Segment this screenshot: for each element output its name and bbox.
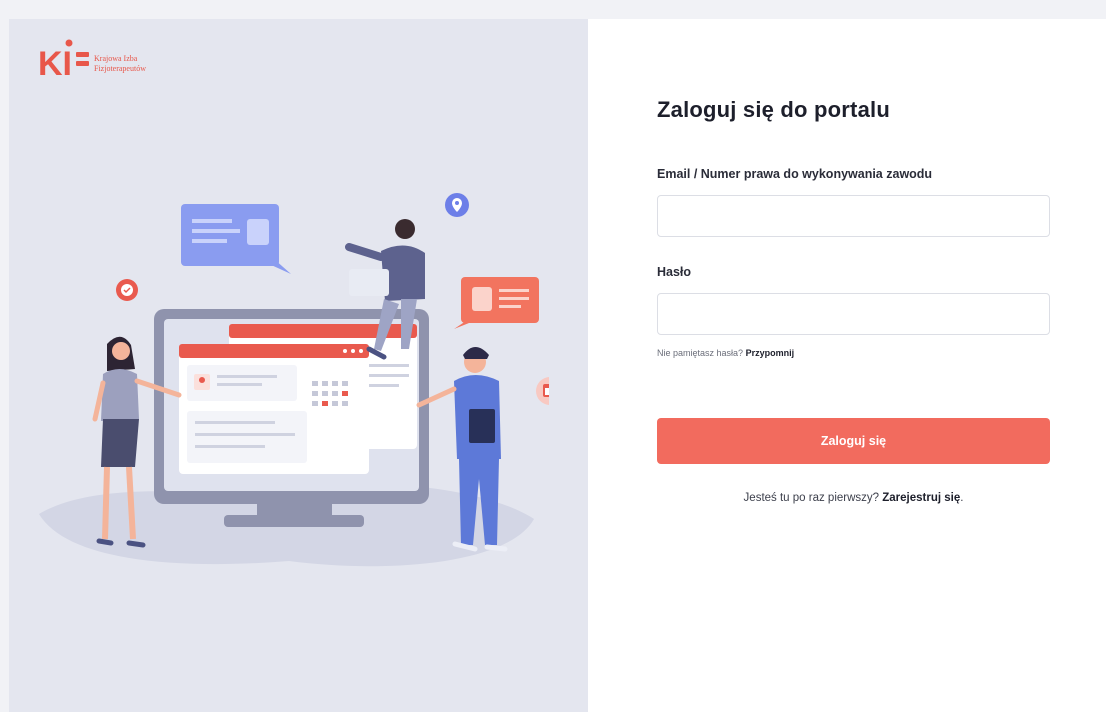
location-pin-icon xyxy=(445,193,469,217)
kif-logo-mark: KI xyxy=(38,39,89,83)
chat-bubble-icon xyxy=(181,204,291,274)
register-period: . xyxy=(960,492,964,504)
email-field[interactable] xyxy=(657,195,1050,237)
login-panel: Zaloguj się do portalu Email / Numer pra… xyxy=(588,19,1106,712)
page-title: Zaloguj się do portalu xyxy=(657,97,890,122)
logo-text: Krajowa Izba Fizjoterapeutów xyxy=(94,54,146,74)
password-label: Hasło xyxy=(657,265,692,279)
doctors-illustration xyxy=(39,193,549,567)
login-page: KI Krajowa Izba Fizjoterapeutów Zaloguj … xyxy=(9,19,1106,712)
check-badge-icon xyxy=(116,279,138,301)
register-text: Jesteś tu po raz pierwszy? xyxy=(743,492,880,504)
register-link[interactable]: Zarejestruj się xyxy=(882,492,960,504)
forgot-password: Nie pamiętasz hasła? Przypomnij xyxy=(657,348,794,358)
logo-name-line2: Fizjoterapeutów xyxy=(94,64,146,73)
forgot-password-text: Nie pamiętasz hasła? xyxy=(657,348,744,358)
calendar-icon xyxy=(536,377,549,405)
illustration-panel: KI Krajowa Izba Fizjoterapeutów xyxy=(9,19,588,712)
login-button[interactable]: Zaloguj się xyxy=(657,418,1050,464)
remind-password-link[interactable]: Przypomnij xyxy=(746,348,795,358)
kif-logo: KI Krajowa Izba Fizjoterapeutów xyxy=(38,39,146,83)
register-prompt: Jesteś tu po raz pierwszy? Zarejestruj s… xyxy=(657,492,1050,504)
logo-letters: KI xyxy=(38,45,72,83)
email-label: Email / Numer prawa do wykonywania zawod… xyxy=(657,167,933,181)
logo-name-line1: Krajowa Izba xyxy=(94,54,138,63)
password-field[interactable] xyxy=(657,293,1050,335)
